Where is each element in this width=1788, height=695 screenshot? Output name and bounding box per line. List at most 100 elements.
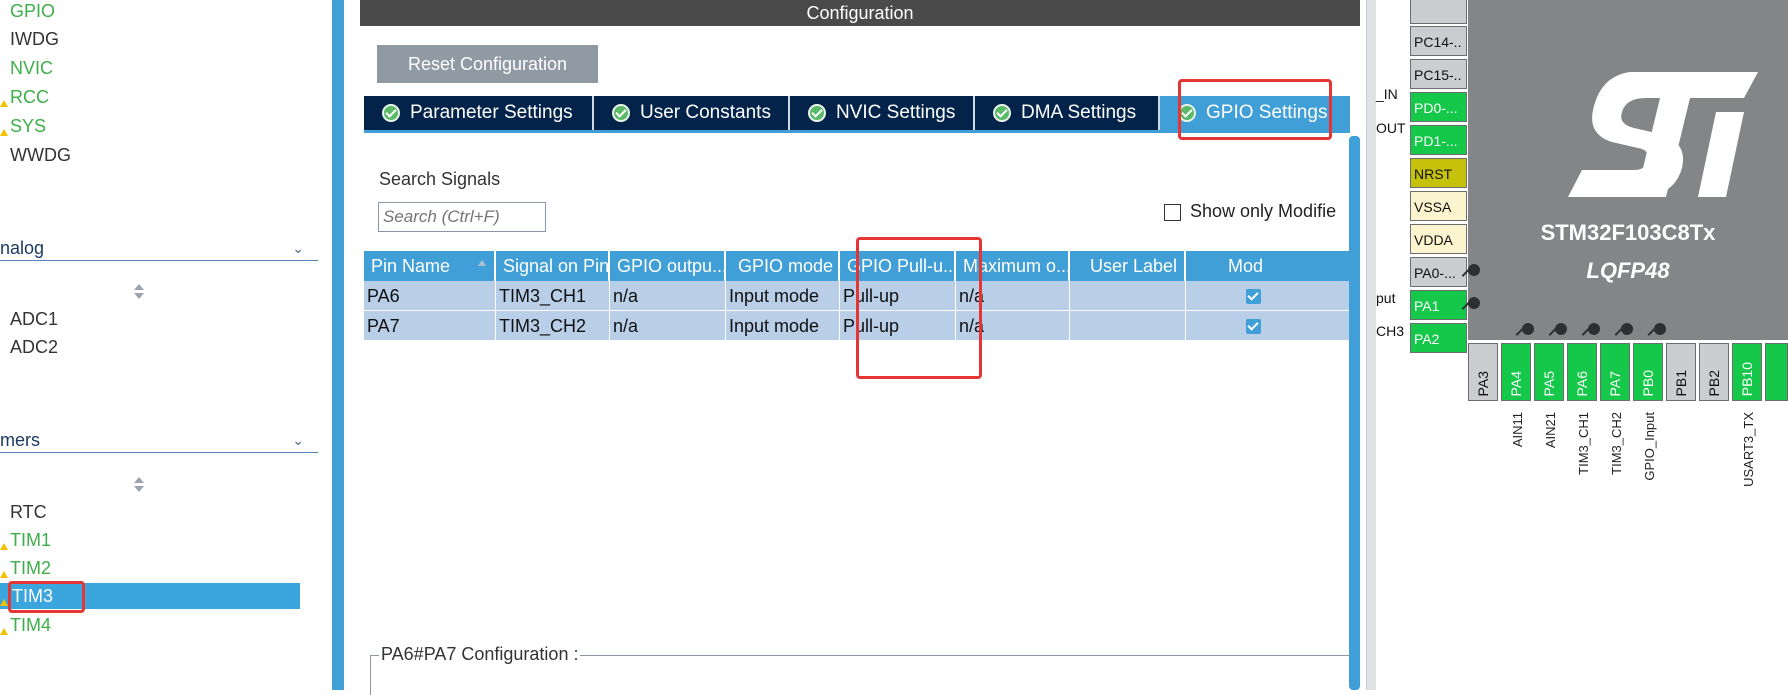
chip-pin-pd1[interactable]: PD1-... [1410, 125, 1467, 155]
pin-signal-label: _IN [1376, 86, 1398, 102]
chip-pin-vssa[interactable]: VSSA [1410, 191, 1467, 221]
chip-pin-pa1[interactable]: PA1 [1410, 290, 1467, 320]
sort-icon[interactable] [132, 477, 146, 495]
tab-user-constants[interactable]: User Constants [594, 96, 790, 130]
cell-gpio-mode: Input mode [726, 311, 840, 341]
configuration-title: Configuration [360, 0, 1360, 26]
chip-pin-nrst[interactable]: NRST [1410, 158, 1467, 188]
tree-item-rcc[interactable]: RCC [0, 84, 49, 110]
tree-item-gpio[interactable]: GPIO [0, 0, 55, 24]
tab-label: Parameter Settings [410, 102, 573, 123]
tree-item-tim2[interactable]: TIM2 [0, 555, 51, 581]
pin-label: PA5 [1541, 370, 1557, 396]
header-label: User Label [1090, 256, 1178, 276]
tree-item-wwdg[interactable]: WWDG [0, 142, 71, 168]
chip-pin-pa6[interactable]: PA6 [1567, 343, 1597, 401]
chip-pin-pb2[interactable]: PB2 [1699, 343, 1729, 401]
tree-item-label: ADC1 [10, 309, 59, 329]
chip-pin-pa7[interactable]: PA7 [1600, 343, 1630, 401]
tree-item-tim4[interactable]: TIM4 [0, 612, 51, 638]
tree-item-label: TIM4 [10, 615, 52, 635]
tree-item-label: WWDG [10, 145, 71, 165]
column-header-gpio-output[interactable]: GPIO outpu... [610, 251, 726, 281]
tree-item-sys[interactable]: SYS [0, 113, 46, 139]
pin-signal-label: TIM3_CH2 [1609, 412, 1624, 475]
modified-checkbox[interactable] [1246, 319, 1261, 334]
warning-icon [0, 599, 8, 606]
cell-user-label[interactable] [1070, 281, 1186, 311]
column-header-signal[interactable]: Signal on Pin [496, 251, 610, 281]
chevron-down-icon: ⌄ [292, 240, 304, 256]
pin-label: PA4 [1508, 370, 1524, 396]
tree-item-label: RTC [10, 502, 47, 522]
category-analog[interactable]: nalog ⌄ [0, 235, 318, 261]
tab-nvic-settings[interactable]: NVIC Settings [790, 96, 975, 130]
show-only-modified-checkbox[interactable] [1164, 204, 1181, 221]
tab-dma-settings[interactable]: DMA Settings [975, 96, 1160, 130]
pushpin-icon [1468, 297, 1480, 309]
category-timers[interactable]: mers ⌄ [0, 427, 318, 453]
check-circle-icon [382, 104, 400, 122]
search-input[interactable] [378, 202, 546, 232]
left-tree-panel: GPIO IWDG NVIC RCC SYS WWDG nalog ⌄ ADC1… [0, 0, 318, 690]
header-label: GPIO mode [738, 256, 834, 276]
header-label: Pin Name [371, 256, 451, 276]
check-circle-icon [993, 104, 1011, 122]
panel-splitter[interactable] [1366, 0, 1376, 690]
header-label: Mod [1228, 256, 1264, 276]
column-header-pin-name[interactable]: Pin Name [364, 251, 496, 281]
cell-gpio-output: n/a [610, 311, 726, 341]
modified-checkbox[interactable] [1246, 289, 1261, 304]
chip-pin[interactable] [1410, 0, 1467, 24]
chip-pin-pa4[interactable]: PA4 [1501, 343, 1531, 401]
tab-label: NVIC Settings [836, 102, 956, 123]
chip-pin-pa0[interactable]: PA0-... [1410, 257, 1467, 287]
cell-signal: TIM3_CH2 [496, 311, 610, 341]
tree-item-label: IWDG [10, 29, 59, 49]
chip-pin-pa5[interactable]: PA5 [1534, 343, 1564, 401]
cell-user-label[interactable] [1070, 311, 1186, 341]
reset-configuration-button[interactable]: Reset Configuration [377, 45, 598, 83]
chip-pin[interactable] [1765, 343, 1788, 401]
tab-parameter-settings[interactable]: Parameter Settings [364, 96, 594, 130]
chip-pin-pa2[interactable]: PA2 [1410, 323, 1467, 353]
warning-icon [0, 543, 8, 550]
st-logo [1568, 72, 1758, 197]
warning-icon [0, 100, 8, 107]
column-header-modified[interactable]: Mod [1186, 251, 1350, 281]
cell-signal: TIM3_CH1 [496, 281, 610, 311]
chip-pinout-view: _IN OUT put CH3 PC14-.. PC15-.. PD0-... … [1376, 0, 1788, 690]
tree-item-rtc[interactable]: RTC [0, 499, 47, 525]
highlight-box-pull-up [856, 237, 982, 379]
column-header-user-label[interactable]: User Label [1070, 251, 1186, 281]
cell-modified [1186, 311, 1350, 341]
chip-pin-vdda[interactable]: VDDA [1410, 224, 1467, 254]
tree-item-label: TIM2 [10, 558, 52, 578]
header-label: GPIO outpu... [617, 256, 726, 276]
pin-label: PB2 [1706, 369, 1722, 396]
panel-splitter[interactable] [332, 0, 344, 690]
chip-pin-pb1[interactable]: PB1 [1666, 343, 1696, 401]
chevron-down-icon: ⌄ [292, 432, 304, 448]
mcu-chip-body: STM32F103C8Tx LQFP48 [1468, 0, 1788, 340]
column-header-gpio-mode[interactable]: GPIO mode [726, 251, 840, 281]
pin-signal-label: GPIO_Input [1642, 412, 1657, 481]
chip-pin-pb0[interactable]: PB0 [1633, 343, 1663, 401]
pin-label: PA6 [1574, 370, 1590, 396]
chip-pin-pa3[interactable]: PA3 [1468, 343, 1498, 401]
chip-pin-pc14[interactable]: PC14-.. [1410, 26, 1467, 56]
pin-label: PB1 [1673, 369, 1689, 396]
cell-gpio-mode: Input mode [726, 281, 840, 311]
tree-item-adc1[interactable]: ADC1 [0, 306, 58, 332]
pushpin-icon [1654, 323, 1666, 335]
tree-item-iwdg[interactable]: IWDG [0, 26, 59, 52]
vertical-scrollbar[interactable] [1349, 136, 1360, 690]
tree-item-label: SYS [10, 116, 47, 136]
tree-item-adc2[interactable]: ADC2 [0, 334, 58, 360]
tree-item-nvic[interactable]: NVIC [0, 55, 53, 81]
chip-pin-pc15[interactable]: PC15-.. [1410, 59, 1467, 89]
chip-pin-pb10[interactable]: PB10 [1732, 343, 1762, 401]
chip-pin-pd0[interactable]: PD0-... [1410, 92, 1467, 122]
sort-icon[interactable] [132, 284, 146, 302]
tree-item-tim1[interactable]: TIM1 [0, 527, 51, 553]
